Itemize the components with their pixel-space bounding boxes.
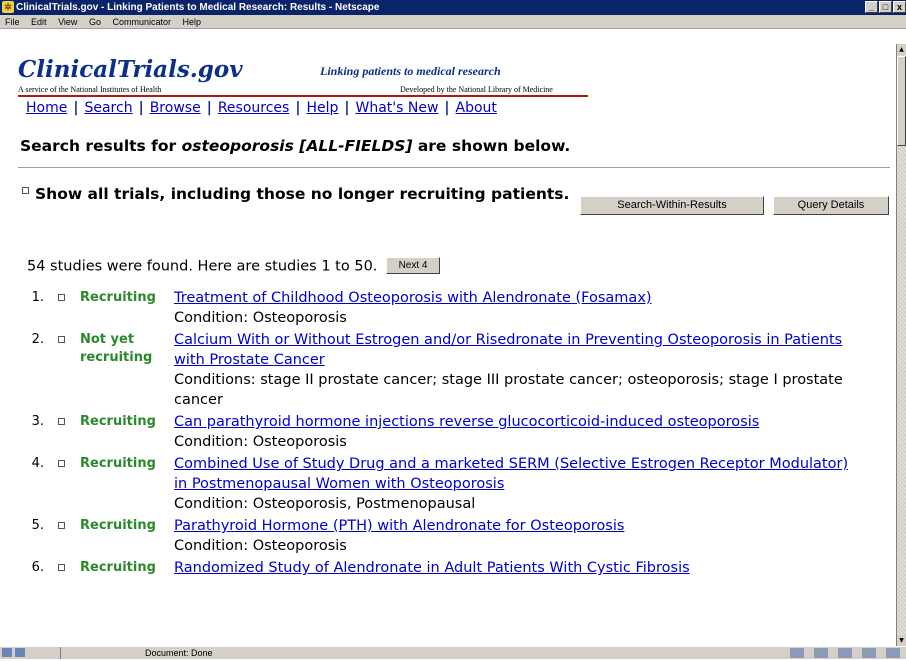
search-term: osteoporosis [ALL-FIELDS] — [181, 137, 413, 155]
result-row: 4. Recruiting Combined Use of Study Drug… — [0, 454, 896, 514]
tagline-subtitle: Developed by the National Library of Med… — [400, 85, 553, 94]
netscape-icon: ✲ — [2, 1, 14, 13]
result-number: 6. — [31, 560, 44, 575]
result-title-link[interactable]: Calcium With or Without Estrogen and/or … — [174, 330, 864, 370]
main-nav: Home | Search | Browse | Resources | Help | What's… — [26, 100, 497, 116]
nav-resources[interactable]: Resources — [218, 100, 290, 116]
result-row: 5. Recruiting Parathyroid Hormone (PTH) … — [0, 516, 896, 556]
heading-divider — [18, 167, 890, 168]
security-icons — [2, 648, 52, 658]
result-title-link[interactable]: Parathyroid Hormone (PTH) with Alendrona… — [174, 516, 864, 536]
result-title-link[interactable]: Randomized Study of Alendronate in Adult… — [174, 558, 864, 578]
maximize-button[interactable]: □ — [879, 1, 892, 13]
result-status: Recruiting — [80, 518, 156, 533]
result-status: Recruiting — [80, 560, 156, 575]
window-title: ClinicalTrials.gov - Linking Patients to… — [16, 2, 380, 13]
nav-separator: | — [73, 100, 79, 116]
nav-separator: | — [206, 100, 212, 116]
search-results-heading: Search results for osteoporosis [ALL-FIE… — [20, 137, 570, 155]
result-number: 3. — [31, 414, 44, 429]
result-checkbox[interactable] — [58, 522, 65, 529]
results-count: 54 studies were found. Here are studies … — [27, 257, 441, 275]
nav-separator: | — [344, 100, 350, 116]
result-checkbox[interactable] — [58, 294, 65, 301]
result-number: 1. — [31, 290, 44, 305]
menu-bar: File Edit View Go Communicator Help — [0, 15, 906, 29]
show-all-checkbox[interactable] — [22, 187, 29, 194]
result-condition: Condition: Osteoporosis — [174, 538, 347, 554]
result-row: 3. Recruiting Can parathyroid hormone in… — [0, 412, 896, 452]
header-divider — [18, 95, 588, 97]
nav-about[interactable]: About — [456, 100, 497, 116]
result-title-link[interactable]: Treatment of Childhood Osteoporosis with… — [174, 288, 864, 308]
result-row: 6. Recruiting Randomized Study of Alendr… — [0, 558, 896, 578]
next-page-button[interactable]: Next 4 — [386, 257, 441, 274]
composer-icon[interactable] — [838, 648, 852, 658]
nav-separator: | — [295, 100, 301, 116]
nav-whats-new[interactable]: What's New — [355, 100, 438, 116]
menu-view[interactable]: View — [58, 15, 77, 29]
component-bar — [790, 648, 900, 658]
heading-suffix: are shown below. — [412, 137, 571, 155]
result-number: 5. — [31, 518, 44, 533]
query-details-button[interactable]: Query Details — [773, 196, 889, 215]
logo-subtitle: A service of the National Institutes of … — [18, 85, 162, 94]
window-titlebar: ✲ ClinicalTrials.gov - Linking Patients … — [0, 0, 906, 15]
minimize-button[interactable]: _ — [865, 1, 878, 13]
menu-edit[interactable]: Edit — [31, 15, 47, 29]
status-text: Document: Done — [60, 647, 700, 659]
result-condition: Condition: Osteoporosis, Postmenopausal — [174, 496, 476, 512]
menu-help[interactable]: Help — [183, 15, 202, 29]
scroll-up-icon[interactable]: ▲ — [897, 44, 906, 55]
nav-browse[interactable]: Browse — [150, 100, 201, 116]
result-row: 1. Recruiting Treatment of Childhood Ost… — [0, 288, 896, 328]
result-checkbox[interactable] — [58, 460, 65, 467]
result-condition: Conditions: stage II prostate cancer; st… — [174, 372, 843, 408]
result-status: Not yet recruiting — [80, 332, 153, 365]
window-controls: _ □ x — [865, 1, 906, 13]
result-row: 2. Not yet recruiting Calcium With or Wi… — [0, 330, 896, 410]
result-number: 4. — [31, 456, 44, 471]
page-content: ClinicalTrials.gov A service of the Nati… — [0, 29, 896, 646]
menu-go[interactable]: Go — [89, 15, 101, 29]
scroll-down-icon[interactable]: ▼ — [897, 635, 906, 646]
site-tagline: Linking patients to medical research — [320, 64, 501, 78]
status-bar: Document: Done — [0, 646, 906, 659]
search-within-results-button[interactable]: Search-Within-Results — [580, 196, 764, 215]
result-checkbox[interactable] — [58, 336, 65, 343]
connection-icon — [15, 648, 25, 657]
vertical-scrollbar[interactable]: ▲ ▼ — [896, 44, 906, 646]
results-list: 1. Recruiting Treatment of Childhood Ost… — [0, 288, 896, 580]
result-checkbox[interactable] — [58, 418, 65, 425]
check-icon[interactable] — [886, 648, 900, 658]
nav-help[interactable]: Help — [306, 100, 338, 116]
menu-communicator[interactable]: Communicator — [112, 15, 171, 29]
results-count-text: 54 studies were found. Here are studies … — [27, 258, 378, 275]
heading-prefix: Search results for — [20, 137, 182, 155]
nav-search[interactable]: Search — [84, 100, 132, 116]
result-number: 2. — [31, 332, 44, 347]
navigator-icon[interactable] — [790, 648, 804, 658]
show-all-label: Show all trials, including those no long… — [35, 185, 570, 203]
nav-home[interactable]: Home — [26, 100, 67, 116]
menu-file[interactable]: File — [5, 15, 20, 29]
discussion-icon[interactable] — [862, 648, 876, 658]
lock-icon[interactable] — [2, 648, 12, 657]
close-button[interactable]: x — [893, 1, 906, 13]
site-logo[interactable]: ClinicalTrials.gov — [18, 56, 243, 83]
show-all-option: Show all trials, including those no long… — [22, 185, 582, 204]
result-status: Recruiting — [80, 456, 156, 471]
result-checkbox[interactable] — [58, 564, 65, 571]
nav-separator: | — [138, 100, 144, 116]
result-title-link[interactable]: Can parathyroid hormone injections rever… — [174, 412, 864, 432]
result-condition: Condition: Osteoporosis — [174, 310, 347, 326]
result-status: Recruiting — [80, 414, 156, 429]
result-condition: Condition: Osteoporosis — [174, 434, 347, 450]
nav-separator: | — [444, 100, 450, 116]
mail-icon[interactable] — [814, 648, 828, 658]
result-status: Recruiting — [80, 290, 156, 305]
scroll-thumb[interactable] — [897, 56, 906, 146]
result-title-link[interactable]: Combined Use of Study Drug and a markete… — [174, 454, 864, 494]
